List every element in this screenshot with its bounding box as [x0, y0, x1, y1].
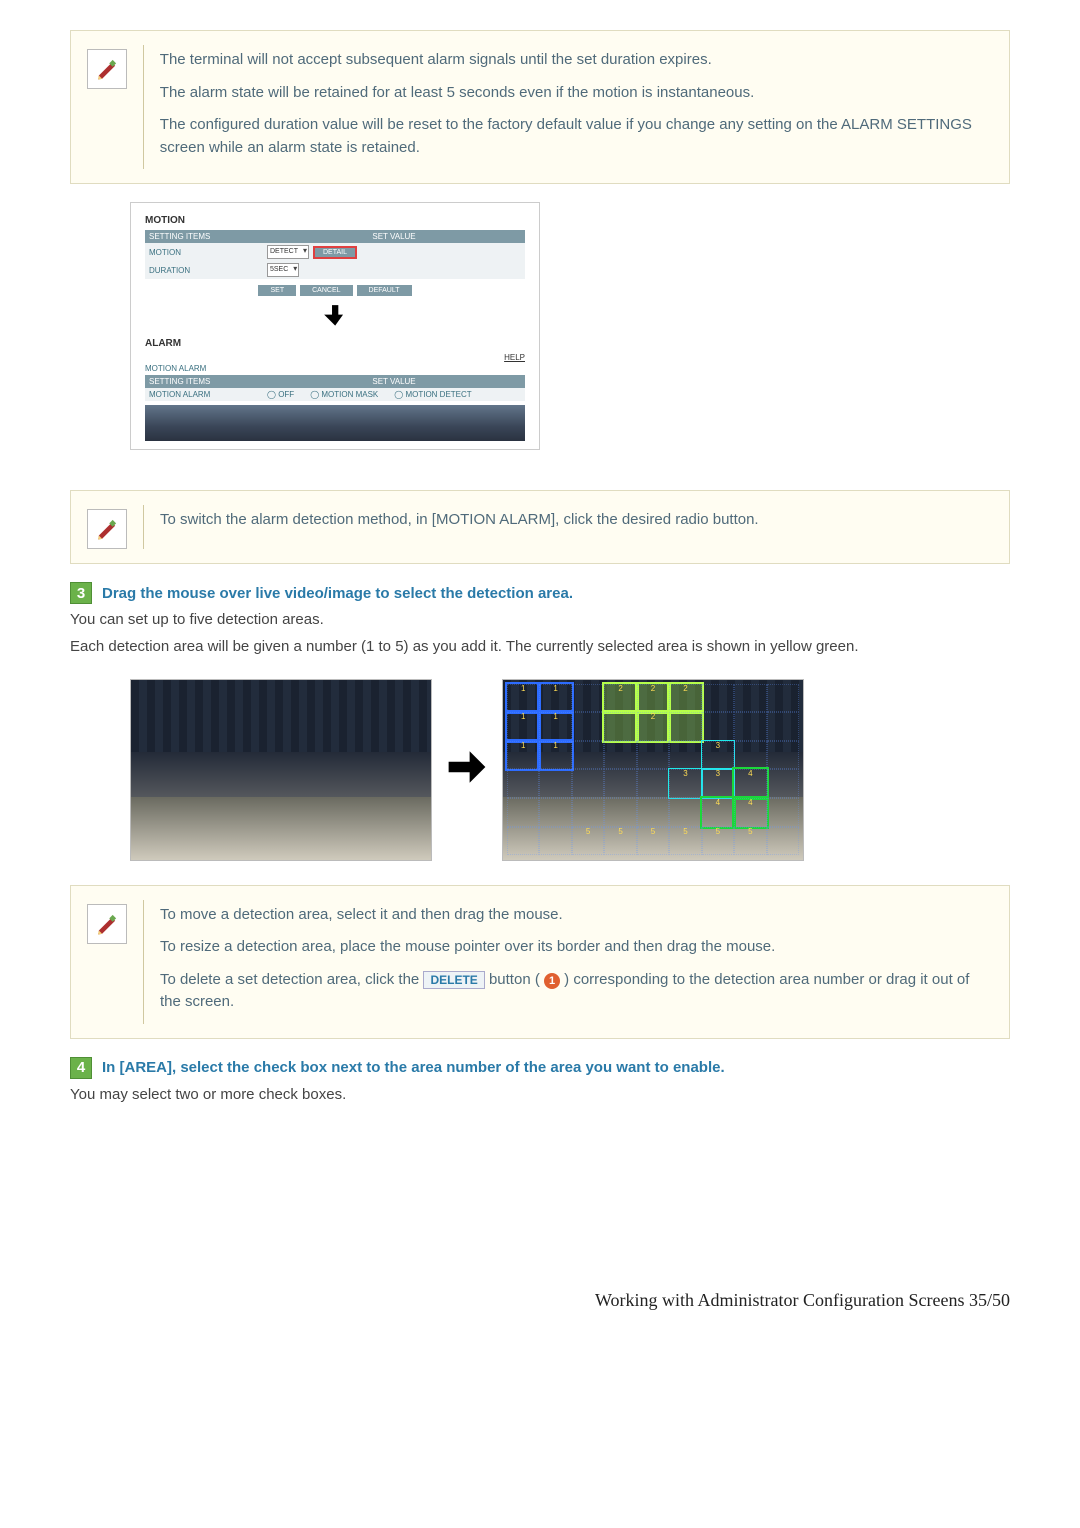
- row-motion-label: MOTION: [145, 247, 263, 258]
- step3-title: Drag the mouse over live video/image to …: [102, 585, 573, 602]
- note3-line1: To move a detection area, select it and …: [160, 904, 993, 927]
- motion-header-left: SETTING ITEMS: [145, 230, 263, 243]
- step4-body1: You may select two or more check boxes.: [70, 1083, 1010, 1106]
- alarm-header-left: SETTING ITEMS: [145, 375, 263, 388]
- note-pencil-icon: [87, 904, 127, 944]
- detection-area-figure: 11222 112 113 334 44 555555: [130, 679, 1010, 861]
- note1-line3: The configured duration value will be re…: [160, 114, 993, 159]
- alarm-subtitle: MOTION ALARM: [145, 364, 525, 373]
- detection-image-before: [130, 679, 432, 861]
- default-button[interactable]: DEFAULT: [357, 285, 412, 296]
- delete-button-inline[interactable]: DELETE: [423, 971, 484, 989]
- radio-detect[interactable]: ◯ MOTION DETECT: [394, 390, 477, 399]
- note-box-1: The terminal will not accept subsequent …: [70, 30, 1010, 184]
- detection-image-after: 11222 112 113 334 44 555555: [502, 679, 804, 861]
- motion-title: MOTION: [145, 215, 525, 226]
- step4-badge: 4: [70, 1057, 92, 1079]
- step3-badge: 3: [70, 582, 92, 604]
- duration-select[interactable]: 5SEC: [267, 263, 299, 277]
- note1-line1: The terminal will not accept subsequent …: [160, 49, 993, 72]
- note1-line2: The alarm state will be retained for at …: [160, 82, 993, 105]
- note-pencil-icon: [87, 49, 127, 89]
- note3-line3: To delete a set detection area, click th…: [160, 969, 993, 1014]
- set-button[interactable]: SET: [258, 285, 296, 296]
- area-number-badge: 1: [544, 973, 560, 989]
- down-arrow-icon: [145, 302, 525, 332]
- radio-mask[interactable]: ◯ MOTION MASK: [310, 390, 384, 399]
- note-box-3: To move a detection area, select it and …: [70, 885, 1010, 1039]
- step3-body1: You can set up to five detection areas.: [70, 608, 1010, 631]
- row-duration-label: DURATION: [145, 265, 263, 276]
- camera-preview-strip: [145, 405, 525, 441]
- alarm-title: ALARM: [145, 338, 525, 349]
- row-alarm-label: MOTION ALARM: [145, 389, 263, 400]
- right-arrow-icon: [446, 746, 488, 793]
- motion-select[interactable]: DETECT: [267, 245, 309, 259]
- note2-line1: To switch the alarm detection method, in…: [160, 509, 759, 532]
- note-pencil-icon: [87, 509, 127, 549]
- step4-title: In [AREA], select the check box next to …: [102, 1059, 725, 1076]
- radio-off[interactable]: ◯ OFF: [267, 390, 300, 399]
- page-footer: Working with Administrator Configuration…: [0, 1170, 1080, 1351]
- step3-body2: Each detection area will be given a numb…: [70, 635, 1010, 658]
- note-box-2: To switch the alarm detection method, in…: [70, 490, 1010, 564]
- help-link[interactable]: HELP: [145, 353, 525, 362]
- motion-alarm-screenshot: MOTION SETTING ITEMS SET VALUE MOTION DE…: [130, 202, 540, 450]
- cancel-button[interactable]: CANCEL: [300, 285, 352, 296]
- detail-button[interactable]: DETAIL: [313, 246, 357, 259]
- alarm-header-right: SET VALUE: [263, 375, 525, 388]
- motion-header-right: SET VALUE: [263, 230, 525, 243]
- note3-line2: To resize a detection area, place the mo…: [160, 936, 993, 959]
